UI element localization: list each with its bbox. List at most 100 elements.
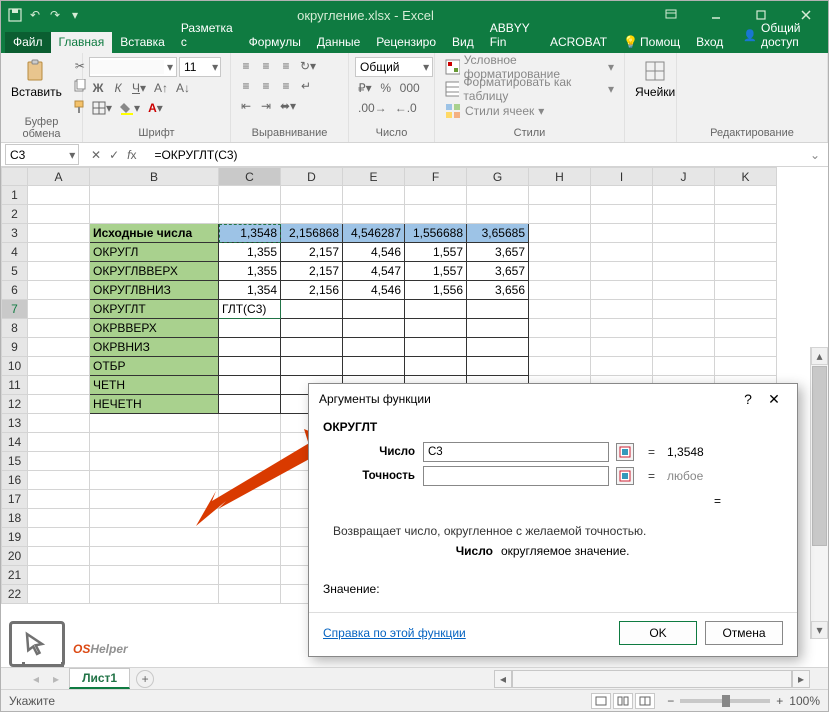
tab-view[interactable]: Вид — [444, 32, 482, 53]
accounting-format-icon[interactable]: ₽▾ — [355, 79, 375, 97]
range-picker-icon[interactable] — [616, 467, 634, 485]
share-button[interactable]: Общий доступ — [731, 18, 828, 53]
function-name: ОКРУГЛТ — [323, 420, 783, 434]
undo-icon[interactable]: ↶ — [27, 7, 43, 23]
enter-formula-icon[interactable]: ✓ — [109, 148, 119, 162]
tab-home[interactable]: Главная — [51, 32, 113, 53]
sheet-nav-next-icon[interactable]: ▸ — [49, 672, 63, 686]
tab-insert[interactable]: Вставка — [112, 32, 173, 53]
cancel-formula-icon[interactable]: ✕ — [91, 148, 101, 162]
percent-format-icon[interactable]: % — [377, 79, 395, 97]
tell-me[interactable]: 💡Помощ — [615, 32, 688, 53]
result-eq: = — [323, 494, 721, 508]
align-middle-icon[interactable]: ≡ — [257, 57, 275, 75]
align-right-icon[interactable]: ≡ — [277, 77, 295, 95]
arg-precision-input[interactable] — [423, 466, 609, 486]
tab-data[interactable]: Данные — [309, 32, 368, 53]
cells-icon — [643, 59, 667, 83]
arg-number-input[interactable] — [423, 442, 609, 462]
sheet-tab[interactable]: Лист1 — [69, 668, 130, 689]
fx-icon[interactable]: fx — [127, 148, 136, 162]
font-family-combo[interactable]: ▾ — [89, 57, 177, 77]
quick-access-toolbar: ↶ ↷ ▾ — [1, 7, 83, 23]
decrease-indent-icon[interactable]: ⇤ — [237, 97, 255, 115]
increase-decimal-icon[interactable]: .00→ — [355, 99, 390, 117]
align-bottom-icon[interactable]: ≡ — [277, 57, 295, 75]
hscroll-track[interactable] — [512, 670, 792, 688]
paste-button[interactable]: Вставить — [7, 57, 66, 101]
orientation-icon[interactable]: ↻▾ — [297, 57, 319, 75]
bold-button[interactable]: Ж — [89, 79, 107, 97]
borders-icon[interactable]: ▾ — [89, 99, 115, 117]
tab-formulas[interactable]: Формулы — [241, 32, 309, 53]
qat-customize-icon[interactable]: ▾ — [67, 7, 83, 23]
expand-formula-bar-icon[interactable]: ⌄ — [802, 148, 828, 162]
zoom-slider[interactable] — [680, 699, 770, 703]
result-label: Значение: — [323, 582, 783, 596]
tab-abbyy[interactable]: ABBYY Fin — [482, 18, 542, 53]
number-format-combo[interactable]: ▾ — [355, 57, 433, 77]
scroll-up-icon[interactable]: ▴ — [811, 347, 828, 365]
watermark-logo: OSHelper — [9, 621, 128, 667]
name-box[interactable]: ▾ — [5, 144, 79, 165]
titlebar: ↶ ↷ ▾ округление.xlsx - Excel — [1, 1, 828, 29]
align-center-icon[interactable]: ≡ — [257, 77, 275, 95]
dialog-titlebar[interactable]: Аргументы функции ? ✕ — [309, 384, 797, 414]
redo-icon[interactable]: ↷ — [47, 7, 63, 23]
sheet-nav-prev-icon[interactable]: ◂ — [29, 672, 43, 686]
conditional-formatting-button[interactable]: Условное форматирование▾ — [441, 57, 618, 77]
cells-button[interactable]: Ячейки — [631, 57, 679, 101]
fill-color-icon[interactable]: ▾ — [117, 99, 143, 117]
scroll-thumb[interactable] — [812, 366, 827, 546]
zoom-in-icon[interactable]: + — [776, 694, 783, 708]
vertical-scrollbar[interactable]: ▴ ▾ — [810, 347, 828, 639]
group-editing: Редактирование — [677, 53, 828, 142]
zoom-out-icon[interactable]: − — [667, 694, 674, 708]
tab-acrobat[interactable]: ACROBAT — [542, 32, 615, 53]
hscroll-right-icon[interactable]: ▸ — [792, 670, 810, 688]
wrap-text-icon[interactable]: ↵ — [297, 77, 315, 95]
group-styles: Условное форматирование▾ Форматировать к… — [435, 53, 625, 142]
ribbon: Вставить ✂ Буфер обмена ▾ ▾ Ж К Ч▾ A↑ A↓ — [1, 53, 828, 143]
merge-icon[interactable]: ⬌▾ — [277, 97, 299, 115]
status-bar: Укажите − + 100% — [1, 689, 828, 711]
italic-button[interactable]: К — [109, 79, 127, 97]
formula-bar[interactable]: =ОКРУГЛТ(C3) — [148, 148, 801, 162]
function-description: Возвращает число, округленное с желаемой… — [333, 524, 783, 538]
normal-view-icon[interactable] — [591, 693, 611, 709]
paste-icon — [24, 59, 48, 83]
dialog-close-icon[interactable]: ✕ — [761, 391, 787, 408]
dialog-help-icon[interactable]: ? — [735, 391, 761, 407]
function-help-link[interactable]: Справка по этой функции — [323, 626, 611, 640]
increase-indent-icon[interactable]: ⇥ — [257, 97, 275, 115]
sign-in[interactable]: Вход — [688, 32, 731, 53]
font-size-combo[interactable]: ▾ — [179, 57, 221, 77]
decrease-font-icon[interactable]: A↓ — [173, 79, 193, 97]
window-title: округление.xlsx - Excel — [83, 8, 648, 23]
ribbon-display-options[interactable] — [648, 1, 693, 29]
formula-bar-row: ▾ ✕ ✓ fx =ОКРУГЛТ(C3) ⌄ — [1, 143, 828, 167]
tab-file[interactable]: Файл — [5, 32, 51, 53]
page-break-view-icon[interactable] — [635, 693, 655, 709]
group-cells: Ячейки — [625, 53, 677, 142]
page-layout-view-icon[interactable] — [613, 693, 633, 709]
cancel-button[interactable]: Отмена — [705, 621, 783, 645]
scroll-down-icon[interactable]: ▾ — [811, 621, 828, 639]
tab-review[interactable]: Рецензиро — [368, 32, 444, 53]
decrease-decimal-icon[interactable]: ←.0 — [392, 99, 420, 117]
increase-font-icon[interactable]: A↑ — [151, 79, 171, 97]
font-color-icon[interactable]: A▾ — [145, 99, 166, 117]
save-icon[interactable] — [7, 7, 23, 23]
align-left-icon[interactable]: ≡ — [237, 77, 255, 95]
cell-styles-button[interactable]: Стили ячеек▾ — [441, 101, 618, 121]
ok-button[interactable]: OK — [619, 621, 697, 645]
hscroll-left-icon[interactable]: ◂ — [494, 670, 512, 688]
align-top-icon[interactable]: ≡ — [237, 57, 255, 75]
comma-format-icon[interactable]: 000 — [397, 79, 423, 97]
add-sheet-icon[interactable]: + — [136, 670, 154, 688]
tab-layout[interactable]: Разметка с — [173, 18, 241, 53]
group-clipboard: Вставить ✂ Буфер обмена — [1, 53, 83, 142]
format-as-table-button[interactable]: Форматировать как таблицу▾ — [441, 79, 618, 99]
underline-button[interactable]: Ч▾ — [129, 79, 149, 97]
range-picker-icon[interactable] — [616, 443, 634, 461]
